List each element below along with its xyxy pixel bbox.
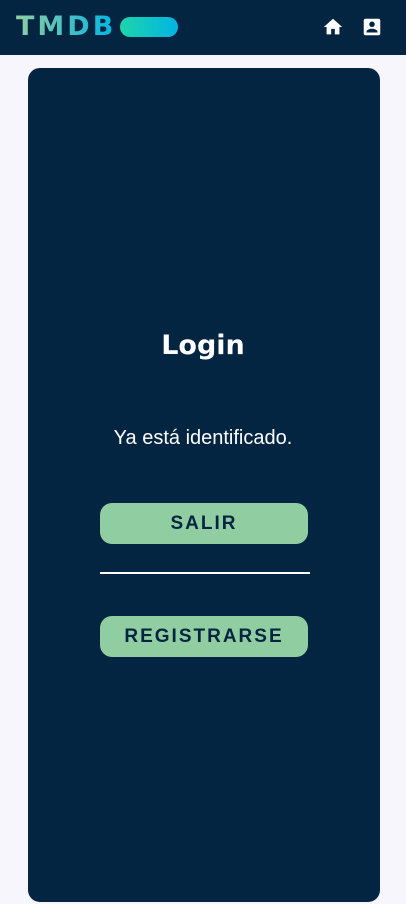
login-card: [28, 68, 380, 902]
top-navbar: TMDB: [0, 0, 406, 55]
logout-button[interactable]: SALIR: [100, 503, 308, 544]
tmdb-logo[interactable]: TMDB: [16, 11, 179, 42]
identified-message: Ya está identificado.: [113, 427, 293, 449]
home-icon[interactable]: [322, 16, 344, 38]
divider: [100, 572, 310, 574]
logo-pill: [120, 17, 179, 37]
logo-text: TMDB: [16, 11, 117, 42]
login-title: Login: [161, 330, 245, 361]
profile-icon[interactable]: [361, 16, 383, 38]
register-button[interactable]: REGISTRARSE: [100, 616, 308, 657]
